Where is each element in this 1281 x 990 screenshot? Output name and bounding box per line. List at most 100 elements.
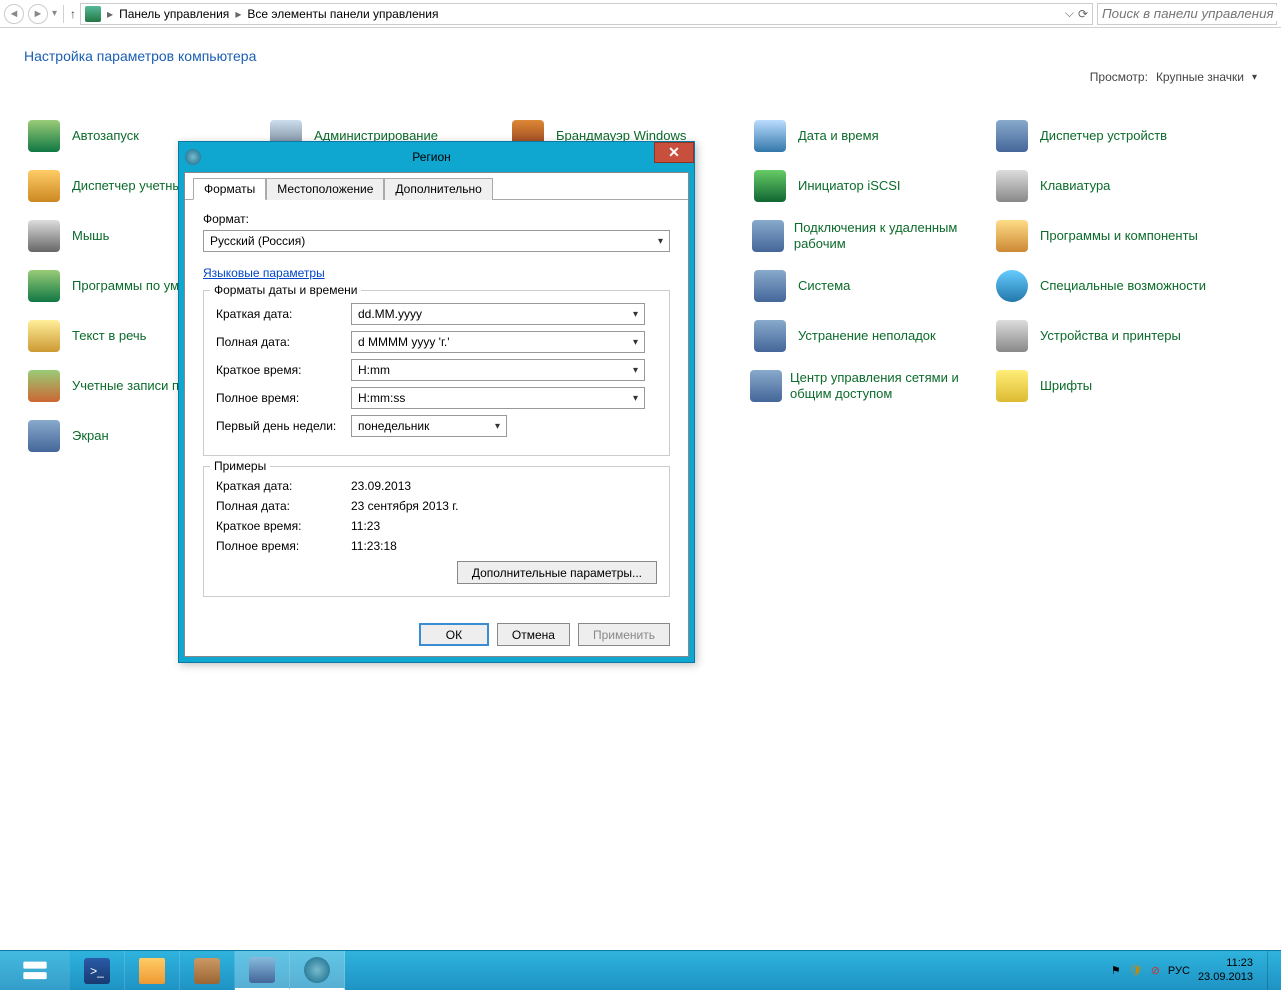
lang-indicator[interactable]: РУС [1168,965,1190,977]
breadcrumb-2[interactable]: Все элементы панели управления [247,7,438,21]
short-date-dropdown[interactable]: dd.MM.yyyy ▾ [351,303,645,325]
address-bar[interactable]: ▸ Панель управления ▸ Все элементы панел… [80,3,1093,25]
cp-item-datetime[interactable]: Дата и время [750,114,990,158]
cp-item-devmgr[interactable]: Диспетчер устройств [992,114,1232,158]
cp-label: Подключения к удаленным рабочим [794,220,990,251]
task-box[interactable] [180,951,235,990]
short-time-value: H:mm [358,363,390,377]
language-link[interactable]: Языковые параметры [203,266,325,280]
taskbar: >_ ⚑ 🛡 ⊘ РУС 11:23 23.09.2013 [0,950,1281,990]
autorun-icon [28,120,60,152]
flag-icon[interactable]: ⚑ [1111,964,1121,977]
cp-item-access[interactable]: Специальные возможности [992,264,1232,308]
accessibility-icon [996,270,1028,302]
forward-button[interactable]: ► [28,4,48,24]
ex-long-date-label: Полная дата: [216,499,351,513]
network-status-icon[interactable]: ⊘ [1151,964,1160,977]
cp-label: Программы и компоненты [1040,228,1198,244]
cp-label: Диспетчер устройств [1040,128,1167,144]
task-explorer[interactable] [125,951,180,990]
cp-item-printers[interactable]: Устройства и принтеры [992,314,1232,358]
first-day-dropdown[interactable]: понедельник ▾ [351,415,507,437]
datetime-fieldset: Форматы даты и времени Краткая дата:dd.M… [203,290,670,456]
view-selector-row: Просмотр: Крупные значки ▾ [24,70,1257,84]
tab-formats[interactable]: Форматы [193,178,266,200]
page-title: Настройка параметров компьютера [24,48,1257,64]
ok-button[interactable]: ОК [419,623,489,646]
dialog-buttons: ОК Отмена Применить [185,615,688,646]
display-icon [28,420,60,452]
back-button[interactable]: ◄ [4,4,24,24]
examples-fieldset: Примеры Краткая дата:23.09.2013 Полная д… [203,466,670,597]
short-date-value: dd.MM.yyyy [358,307,422,321]
ex-short-time-label: Краткое время: [216,519,351,533]
format-dropdown[interactable]: Русский (Россия) ▾ [203,230,670,252]
shield-icon[interactable]: 🛡 [1129,964,1143,977]
refresh-icon[interactable]: ⟳ [1078,7,1088,21]
chevron-down-icon: ▾ [495,421,500,432]
short-date-label: Краткая дата: [216,307,351,321]
cp-item-network[interactable]: Центр управления сетями и общим доступом [750,364,990,408]
chevron-down-icon[interactable]: ▾ [1252,72,1257,83]
task-powershell[interactable]: >_ [70,951,125,990]
cp-label: Экран [72,428,109,444]
up-button[interactable]: ↑ [70,7,76,21]
close-button[interactable]: ✕ [654,142,694,163]
additional-params-button[interactable]: Дополнительные параметры... [457,561,657,584]
short-time-dropdown[interactable]: H:mm▾ [351,359,645,381]
chevron-right-icon: ▸ [235,7,241,21]
first-day-label: Первый день недели: [216,419,351,433]
ex-short-date-label: Краткая дата: [216,479,351,493]
task-control-panel[interactable] [235,951,290,990]
show-desktop-button[interactable] [1267,951,1275,990]
cp-item-iscsi[interactable]: Инициатор iSCSI [750,164,990,208]
iscsi-icon [754,170,786,202]
keyboard-icon [996,170,1028,202]
cp-item-programs[interactable]: Программы и компоненты [992,214,1232,258]
breadcrumb-1[interactable]: Панель управления [119,7,229,21]
region-dialog: Регион ✕ Форматы Местоположение Дополнит… [178,141,695,663]
defaults-icon [28,270,60,302]
first-day-value: понедельник [358,419,429,433]
cancel-button[interactable]: Отмена [497,623,570,646]
tab-location[interactable]: Местоположение [266,178,384,200]
search-input[interactable] [1102,6,1281,21]
cp-item-keyboard[interactable]: Клавиатура [992,164,1232,208]
cp-label: Мышь [72,228,109,244]
ex-long-time-value: 11:23:18 [351,539,397,553]
box-icon [194,958,220,984]
tabs-row: Форматы Местоположение Дополнительно [185,173,688,200]
device-manager-icon [996,120,1028,152]
fonts-icon [996,370,1028,402]
apply-button[interactable]: Применить [578,623,670,646]
cp-item-rdp[interactable]: Подключения к удаленным рабочим [750,214,990,258]
fieldset-legend: Форматы даты и времени [210,283,361,297]
long-time-dropdown[interactable]: H:mm:ss▾ [351,387,645,409]
cp-label: Система [798,278,850,294]
system-icon [754,270,786,302]
cp-item-system[interactable]: Система [750,264,990,308]
explorer-nav-bar: ◄ ► ▾ ↑ ▸ Панель управления ▸ Все элемен… [0,0,1281,28]
long-date-dropdown[interactable]: d MMMM yyyy 'г.'▾ [351,331,645,353]
view-label: Просмотр: [1090,70,1148,84]
credentials-icon [28,170,60,202]
task-region[interactable] [290,951,345,990]
start-button[interactable] [0,951,70,990]
cp-item-fonts[interactable]: Шрифты [992,364,1232,408]
chevron-down-icon: ▾ [633,309,638,320]
view-value[interactable]: Крупные значки [1156,70,1244,84]
dialog-title-bar[interactable]: Регион ✕ [179,142,694,172]
search-box[interactable]: 🔍 [1097,3,1277,25]
addr-dropdown-icon[interactable]: ⌵ [1065,6,1074,21]
tts-icon [28,320,60,352]
clock-tray[interactable]: 11:23 23.09.2013 [1198,957,1259,983]
troubleshoot-icon [754,320,786,352]
cp-item-trouble[interactable]: Устранение неполадок [750,314,990,358]
format-label: Формат: [203,212,670,226]
cp-label: Устранение неполадок [798,328,936,344]
recent-dropdown-icon[interactable]: ▾ [52,8,57,19]
tab-additional[interactable]: Дополнительно [384,178,492,200]
system-tray: ⚑ 🛡 ⊘ РУС 11:23 23.09.2013 [1111,951,1281,990]
mouse-icon [28,220,60,252]
ex-long-time-label: Полное время: [216,539,351,553]
